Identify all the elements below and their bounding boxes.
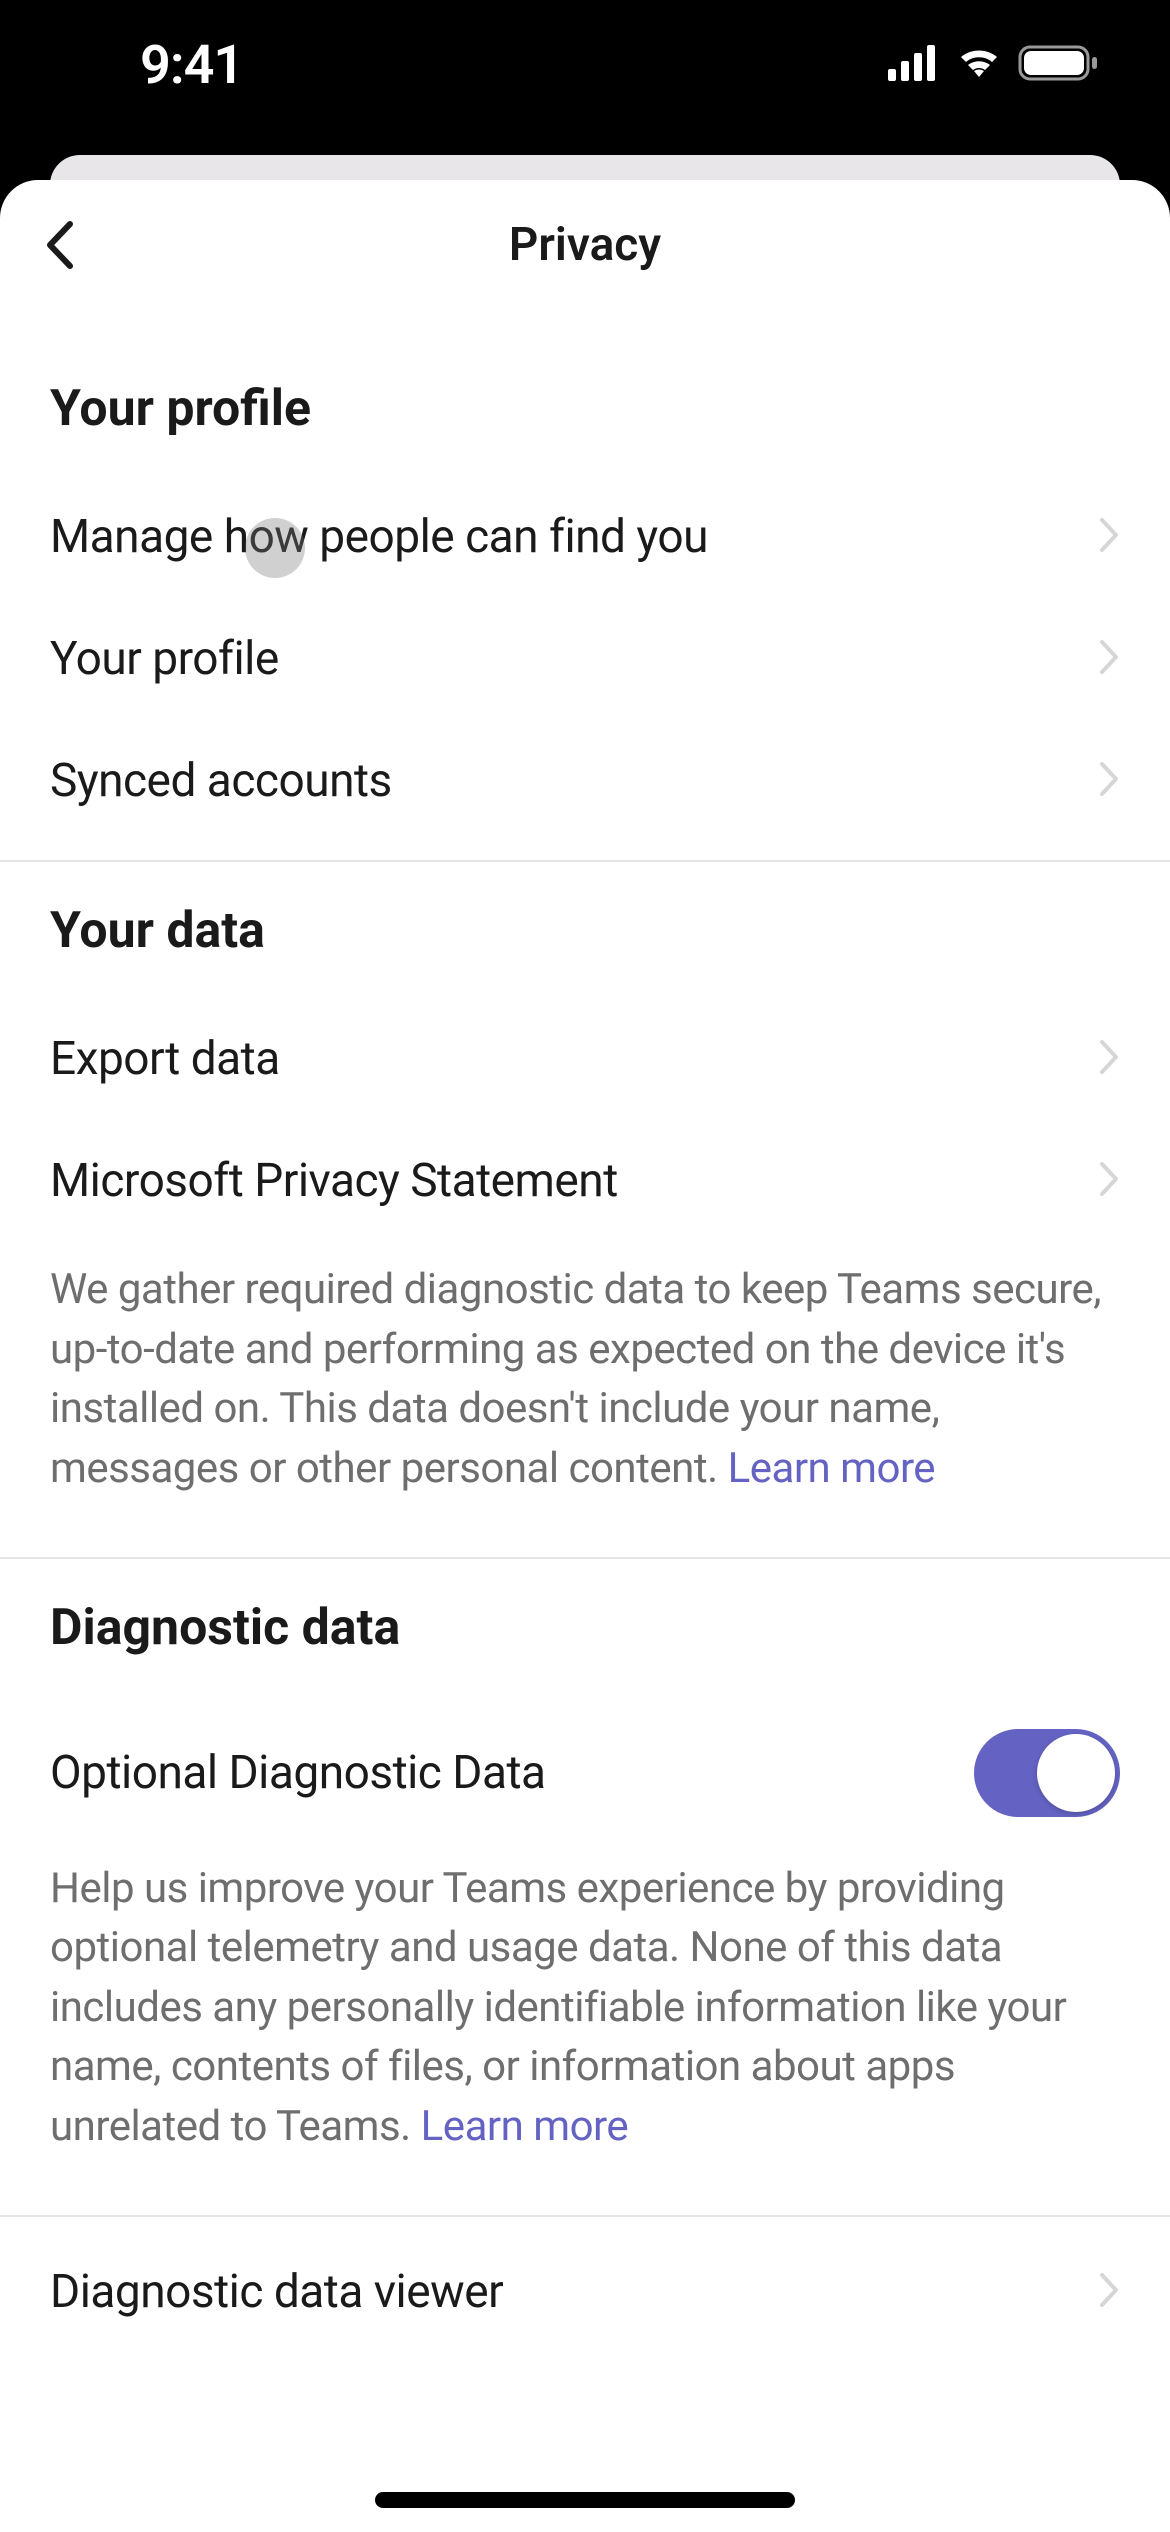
row-label: Diagnostic data viewer	[50, 2265, 503, 2319]
battery-icon	[1018, 43, 1100, 87]
learn-more-link[interactable]: Learn more	[728, 1444, 935, 1493]
optional-diagnostic-toggle[interactable]	[974, 1729, 1120, 1817]
settings-sheet: Privacy Your profile Manage how people c…	[0, 180, 1170, 2532]
back-button[interactable]	[30, 215, 90, 275]
chevron-right-icon	[1098, 638, 1120, 680]
section-header-data: Your data	[0, 862, 1170, 998]
row-export-data[interactable]: Export data	[0, 998, 1170, 1120]
chevron-right-icon	[1098, 1038, 1120, 1080]
description-body: We gather required diagnostic data to ke…	[50, 1265, 1101, 1493]
content: Your profile Manage how people can find …	[0, 310, 1170, 2367]
row-label: Your profile	[50, 632, 279, 686]
chevron-right-icon	[1098, 516, 1120, 558]
diagnostic-description: We gather required diagnostic data to ke…	[0, 1242, 1170, 1539]
optional-diagnostic-description: Help us improve your Teams experience by…	[0, 1841, 1170, 2197]
row-your-profile[interactable]: Your profile	[0, 598, 1170, 720]
row-optional-diagnostic: Optional Diagnostic Data	[0, 1695, 1170, 1841]
row-label: Manage how people can find you	[50, 510, 708, 564]
chevron-right-icon	[1098, 1160, 1120, 1202]
row-label: Microsoft Privacy Statement	[50, 1154, 618, 1208]
nav-header: Privacy	[0, 180, 1170, 310]
home-indicator[interactable]	[375, 2492, 795, 2508]
row-label: Export data	[50, 1032, 280, 1086]
cellular-signal-icon	[888, 45, 940, 85]
row-synced-accounts[interactable]: Synced accounts	[0, 720, 1170, 842]
row-label: Synced accounts	[50, 754, 392, 808]
toggle-knob	[1037, 1734, 1115, 1812]
status-bar: 9:41	[0, 0, 1170, 150]
page-title: Privacy	[0, 218, 1170, 272]
section-header-diagnostic: Diagnostic data	[0, 1559, 1170, 1695]
chevron-left-icon	[42, 220, 78, 270]
row-privacy-statement[interactable]: Microsoft Privacy Statement	[0, 1120, 1170, 1242]
chevron-right-icon	[1098, 760, 1120, 802]
learn-more-link[interactable]: Learn more	[421, 2102, 628, 2151]
toggle-label: Optional Diagnostic Data	[50, 1746, 546, 1800]
row-diagnostic-viewer[interactable]: Diagnostic data viewer	[0, 2217, 1170, 2367]
wifi-icon	[954, 45, 1004, 85]
section-header-profile: Your profile	[0, 340, 1170, 476]
row-manage-find-you[interactable]: Manage how people can find you	[0, 476, 1170, 598]
status-icons	[888, 43, 1110, 87]
chevron-right-icon	[1098, 2271, 1120, 2313]
status-time: 9:41	[60, 34, 243, 97]
